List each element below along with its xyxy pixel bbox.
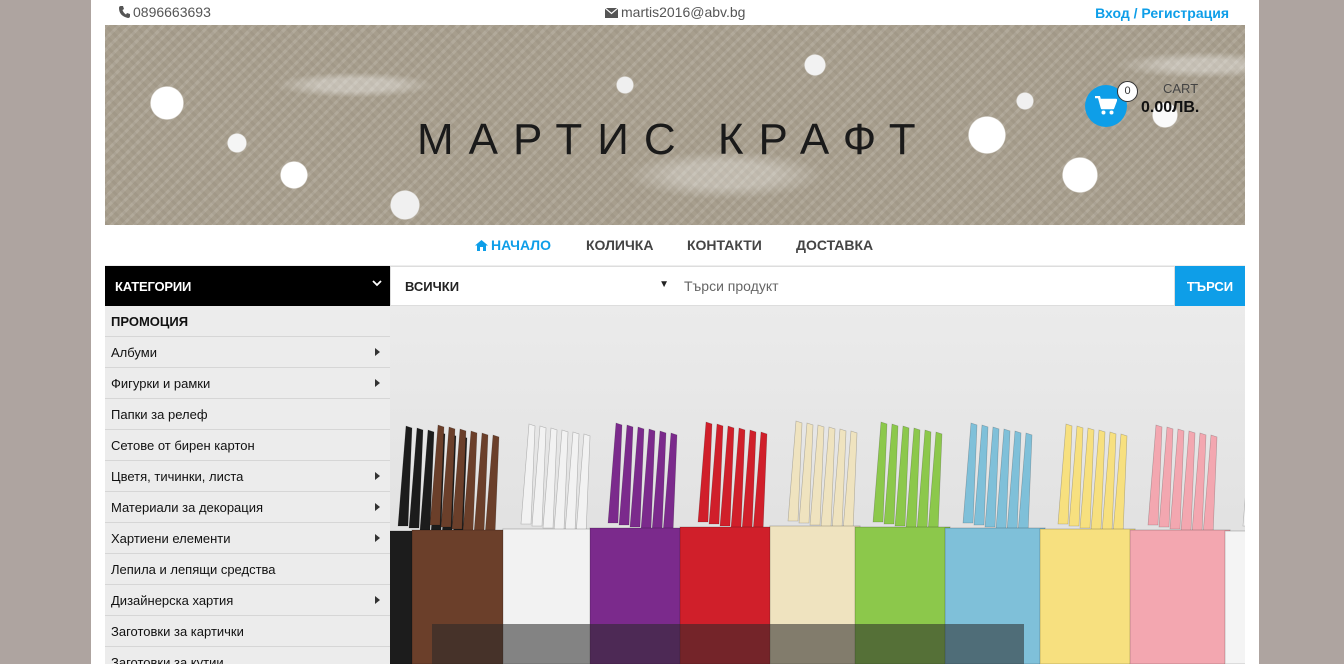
category-item[interactable]: Лепила и лепящи средства xyxy=(105,554,390,585)
categories-label: КАТЕГОРИИ xyxy=(115,279,192,294)
category-label: Цветя, тичинки, листа xyxy=(111,469,244,484)
search-input[interactable] xyxy=(674,267,1164,305)
category-list: ПРОМОЦИЯ Албуми Фигурки и рамки Папки за ре… xyxy=(105,306,391,664)
category-label: Материали за декорация xyxy=(111,500,264,515)
album-page xyxy=(697,421,713,523)
category-label: Хартиени елементи xyxy=(111,531,231,546)
email-info: martis2016@abv.bg xyxy=(605,4,745,20)
album-page xyxy=(1057,423,1073,525)
header-banner: МАРТИС КРАФТ 0 CART 0.00ЛВ. xyxy=(105,25,1245,225)
nav-item-contacts[interactable]: КОНТАКТИ xyxy=(687,237,762,253)
submenu-arrow-icon xyxy=(375,596,380,604)
category-label: Сетове от бирен картон xyxy=(111,438,255,453)
hero-caption-overlay xyxy=(432,624,1024,664)
main-nav: НАЧАЛО КОЛИЧКА КОНТАКТИ ДОСТАВКА xyxy=(105,225,1245,266)
album-page xyxy=(607,422,623,524)
nav-item-home[interactable]: НАЧАЛО xyxy=(475,237,551,253)
album-page xyxy=(962,422,978,524)
hero-slider[interactable] xyxy=(390,306,1245,664)
categories-toggle[interactable]: КАТЕГОРИИ xyxy=(105,266,390,306)
phone-info: 0896663693 xyxy=(119,4,211,20)
cart-label: CART xyxy=(1163,81,1199,96)
envelope-icon xyxy=(605,8,618,18)
category-label: ПРОМОЦИЯ xyxy=(111,314,189,329)
site-title[interactable]: МАРТИС КРАФТ xyxy=(417,115,931,165)
album-spine xyxy=(1039,528,1136,664)
category-label: Дизайнерска хартия xyxy=(111,593,234,608)
album-page xyxy=(1242,497,1245,527)
category-label: Заготовки за картички xyxy=(111,624,244,639)
top-bar: 0896663693 martis2016@abv.bg Вход / Реги… xyxy=(91,0,1259,24)
album-page xyxy=(872,421,888,523)
submenu-arrow-icon xyxy=(375,472,380,480)
album-page xyxy=(787,420,803,522)
nav-item-cart[interactable]: КОЛИЧКА xyxy=(586,237,653,253)
dropdown-arrow-icon: ▼ xyxy=(659,279,669,290)
submenu-arrow-icon xyxy=(375,534,380,542)
category-item[interactable]: Цветя, тичинки, листа xyxy=(105,461,390,492)
page-container: 0896663693 martis2016@abv.bg Вход / Реги… xyxy=(91,0,1259,664)
category-select[interactable]: ВСИЧКИ ▼ xyxy=(390,266,676,306)
login-register-link[interactable]: Вход / Регистрация xyxy=(1095,5,1229,21)
category-item[interactable]: ПРОМОЦИЯ xyxy=(105,306,390,337)
category-item[interactable]: Сетове от бирен картон xyxy=(105,430,390,461)
phone-number: 0896663693 xyxy=(133,4,211,20)
submenu-arrow-icon xyxy=(375,348,380,356)
chevron-down-icon xyxy=(372,280,382,287)
album-spine xyxy=(1224,530,1245,664)
nav-item-delivery[interactable]: ДОСТАВКА xyxy=(796,237,873,253)
album-page xyxy=(1147,424,1163,526)
email-address: martis2016@abv.bg xyxy=(621,4,746,20)
category-item[interactable]: Хартиени елементи xyxy=(105,523,390,554)
category-label: Албуми xyxy=(111,345,157,360)
category-select-value: ВСИЧКИ xyxy=(405,279,460,294)
category-item[interactable]: Заготовки за картички xyxy=(105,616,390,647)
category-label: Папки за релеф xyxy=(111,407,208,422)
nav-label-home: НАЧАЛО xyxy=(491,237,551,253)
search-box xyxy=(674,266,1175,306)
category-item[interactable]: Заготовки за кутии xyxy=(105,647,390,664)
category-label: Заготовки за кутии xyxy=(111,655,224,664)
submenu-arrow-icon xyxy=(375,379,380,387)
album-page xyxy=(520,423,536,525)
cart-total[interactable]: 0.00ЛВ. xyxy=(1141,99,1199,117)
album-page xyxy=(397,425,413,527)
category-item[interactable]: Фигурки и рамки xyxy=(105,368,390,399)
submenu-arrow-icon xyxy=(375,503,380,511)
category-label: Фигурки и рамки xyxy=(111,376,211,391)
category-item[interactable]: Албуми xyxy=(105,337,390,368)
category-label: Лепила и лепящи средства xyxy=(111,562,276,577)
album-spine xyxy=(1129,529,1231,664)
shopping-cart-icon xyxy=(1095,96,1117,115)
search-button[interactable]: ТЪРСИ xyxy=(1175,266,1245,306)
phone-icon xyxy=(119,6,130,18)
category-item[interactable]: Папки за релеф xyxy=(105,399,390,430)
albums-image xyxy=(390,420,1245,664)
category-item[interactable]: Дизайнерска хартия xyxy=(105,585,390,616)
home-icon xyxy=(475,240,488,251)
cart-count-badge: 0 xyxy=(1117,81,1138,102)
category-item[interactable]: Материали за декорация xyxy=(105,492,390,523)
